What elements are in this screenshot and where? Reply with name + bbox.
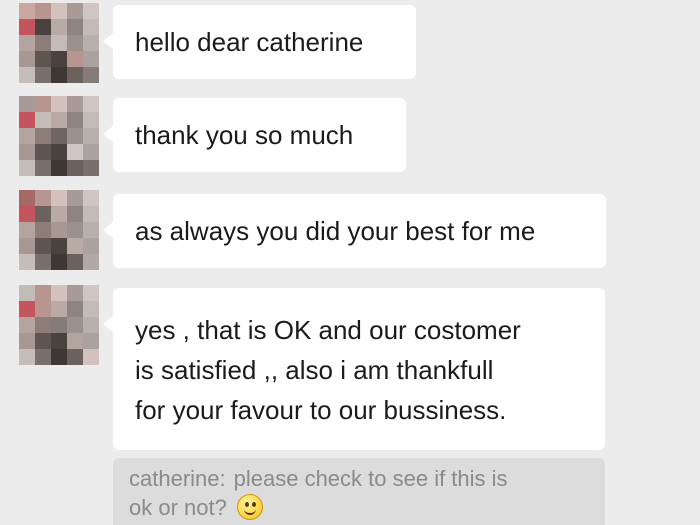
- quote-text: please check to see if this is: [233, 466, 508, 491]
- message-text: hello dear catherine: [135, 27, 364, 57]
- smiling-face-emoji-icon: [236, 494, 263, 520]
- quoted-message[interactable]: catherine: please check to see if this is…: [113, 458, 605, 525]
- quote-line-2: ok or not?: [129, 493, 589, 522]
- quote-text-continued: ok or not?: [129, 495, 227, 520]
- quote-author: catherine:: [129, 466, 226, 491]
- message-bubble[interactable]: hello dear catherine: [103, 5, 416, 79]
- avatar[interactable]: [19, 190, 99, 270]
- chat-window: hello dear catherine thank you so much a…: [0, 0, 700, 525]
- message-text-line: is satisfied ,, also i am thankfull: [135, 355, 494, 385]
- message-text: thank you so much: [135, 120, 354, 150]
- message-text-line: yes , that is OK and our costomer: [135, 315, 521, 345]
- message-bubble[interactable]: yes , that is OK and our costomer is sat…: [103, 288, 605, 450]
- avatar[interactable]: [19, 3, 99, 83]
- avatar[interactable]: [19, 96, 99, 176]
- message-text: as always you did your best for me: [135, 216, 536, 246]
- message-text-line: for your favour to our bussiness.: [135, 395, 507, 425]
- message-bubble[interactable]: thank you so much: [103, 98, 406, 172]
- message-bubble[interactable]: as always you did your best for me: [103, 194, 606, 268]
- quote-line-1: catherine: please check to see if this is: [129, 464, 589, 493]
- avatar[interactable]: [19, 285, 99, 365]
